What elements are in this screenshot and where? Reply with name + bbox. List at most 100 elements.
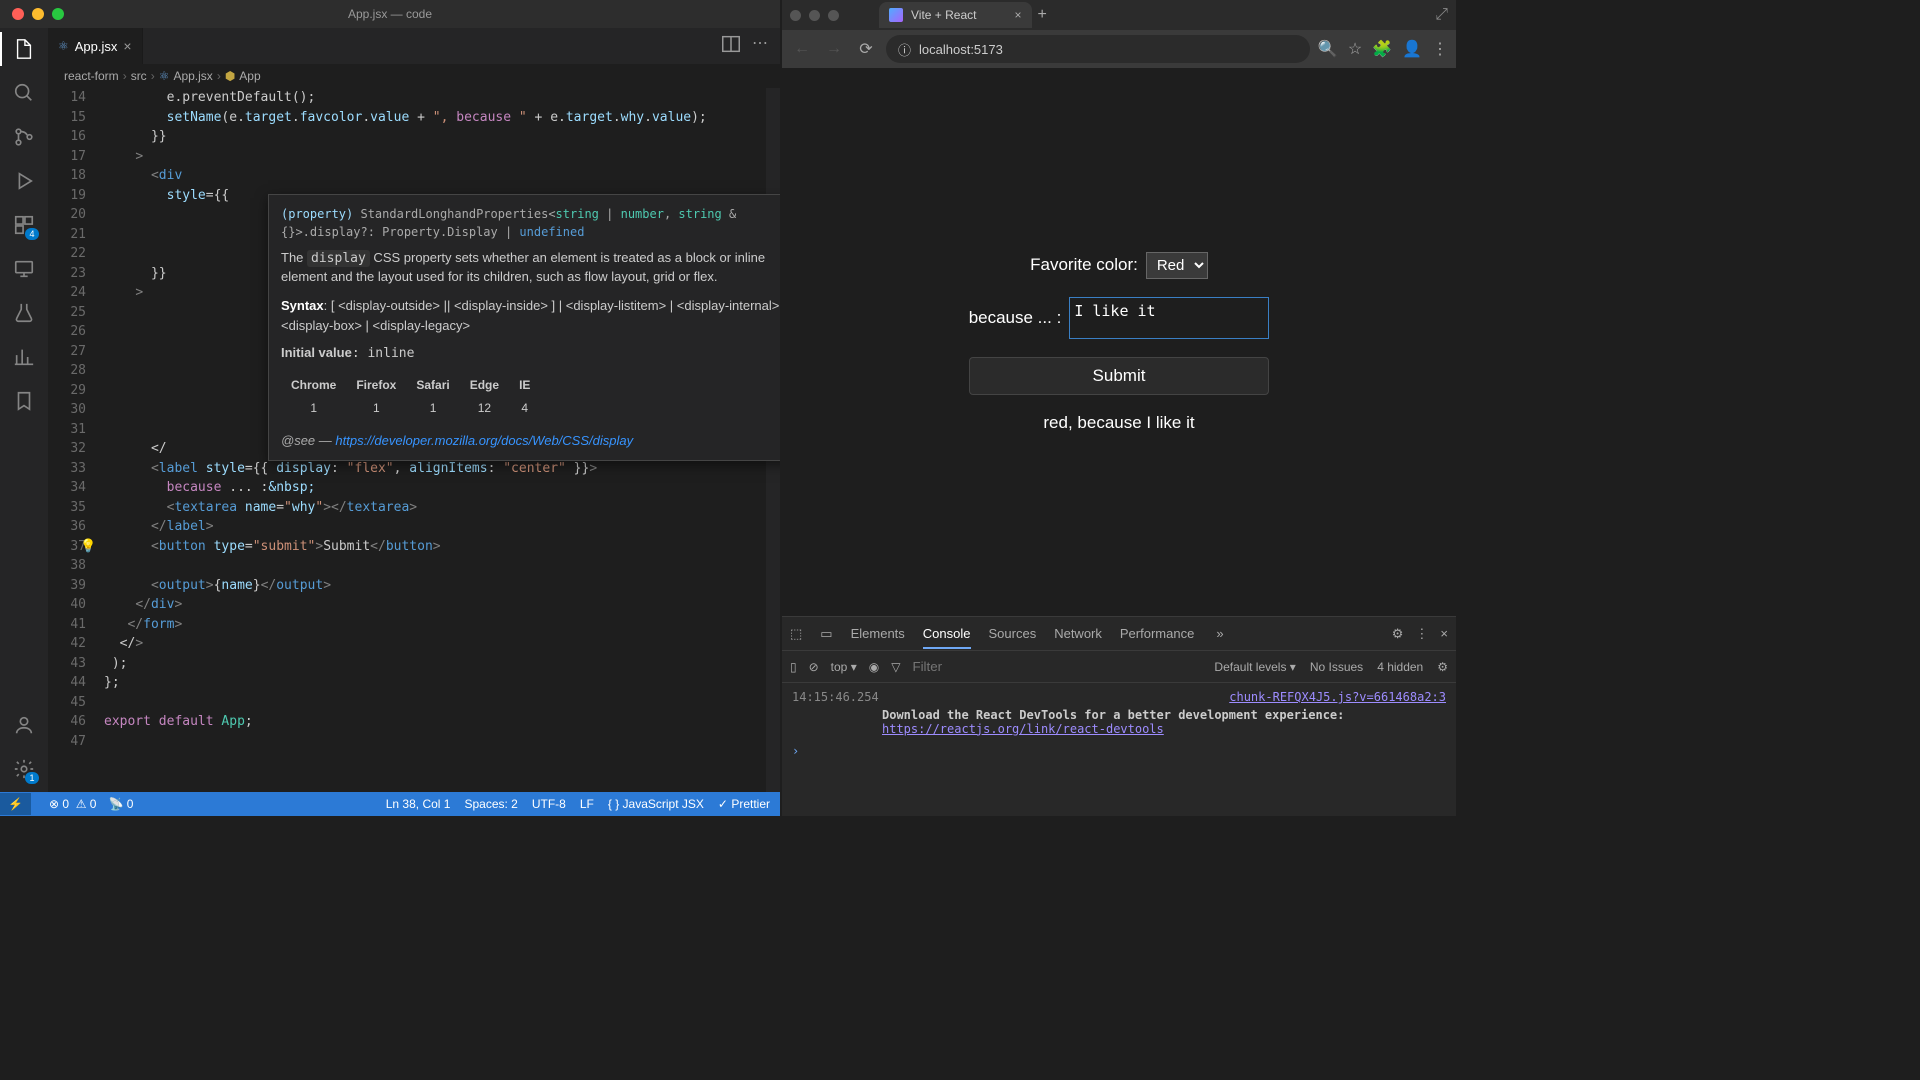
account-icon[interactable] bbox=[11, 712, 37, 738]
breadcrumb-item[interactable]: App bbox=[239, 69, 260, 83]
status-ports[interactable]: 📡 0 bbox=[108, 797, 133, 811]
more-tabs-icon[interactable]: » bbox=[1216, 626, 1223, 641]
url-bar[interactable]: ⓘ localhost:5173 bbox=[886, 35, 1310, 63]
back-button[interactable]: ← bbox=[790, 40, 814, 58]
tab-close-icon[interactable]: × bbox=[123, 38, 131, 54]
browser-minimize-icon[interactable] bbox=[809, 10, 820, 21]
status-formatter[interactable]: ✓ Prettier bbox=[718, 797, 770, 811]
tab-sources[interactable]: Sources bbox=[989, 626, 1037, 641]
search-icon[interactable] bbox=[11, 80, 37, 106]
console-sidebar-icon[interactable]: ▯ bbox=[790, 660, 797, 674]
log-timestamp: 14:15:46.254 bbox=[792, 689, 879, 706]
settings-icon[interactable]: 1 bbox=[11, 756, 37, 782]
profile-icon[interactable]: 👤 bbox=[1402, 39, 1422, 59]
explorer-icon[interactable] bbox=[11, 36, 37, 62]
hidden-count[interactable]: 4 hidden bbox=[1377, 660, 1423, 674]
browser-window: Vite + React × + ⤢ ← → ⟳ ⓘ localhost:517… bbox=[782, 0, 1456, 816]
tab-network[interactable]: Network bbox=[1054, 626, 1102, 641]
favorite-color-row: Favorite color: Red bbox=[1030, 252, 1208, 279]
symbol-icon: ⬢ bbox=[225, 69, 235, 83]
console-settings-icon[interactable]: ⚙ bbox=[1437, 660, 1448, 674]
status-spaces[interactable]: Spaces: 2 bbox=[464, 797, 517, 811]
testing-icon[interactable] bbox=[11, 300, 37, 326]
hover-description: The display CSS property sets whether an… bbox=[281, 249, 780, 286]
tab-console[interactable]: Console bbox=[923, 626, 971, 649]
filter-input[interactable] bbox=[912, 659, 1089, 674]
devtools-tabs: ⬚ ▭ Elements Console Sources Network Per… bbox=[782, 617, 1456, 651]
bookmark-icon[interactable] bbox=[11, 388, 37, 414]
status-problems[interactable]: ⊗ 0 ⚠ 0 bbox=[49, 797, 97, 811]
graph-icon[interactable] bbox=[11, 344, 37, 370]
more-actions-icon[interactable]: ⋯ bbox=[752, 33, 768, 60]
breadcrumb-item[interactable]: react-form bbox=[64, 69, 119, 83]
issues-count[interactable]: No Issues bbox=[1310, 660, 1363, 674]
site-info-icon[interactable]: ⓘ bbox=[898, 40, 911, 59]
tab-elements[interactable]: Elements bbox=[851, 626, 905, 641]
inspect-icon[interactable]: ⬚ bbox=[790, 626, 802, 642]
bookmark-star-icon[interactable]: ☆ bbox=[1348, 39, 1362, 59]
extensions-icon[interactable]: 4 bbox=[11, 212, 37, 238]
hover-compat-table: ChromeFirefoxSafariEdgeIE 111124 bbox=[281, 374, 540, 421]
hover-tooltip: (property) StandardLonghandProperties<st… bbox=[268, 194, 780, 461]
devtools: ⬚ ▭ Elements Console Sources Network Per… bbox=[782, 616, 1456, 816]
breadcrumb-item[interactable]: App.jsx bbox=[173, 69, 212, 83]
browser-toolbar: ← → ⟳ ⓘ localhost:5173 🔍 ☆ 🧩 👤 ⋮ bbox=[782, 30, 1456, 68]
context-selector[interactable]: top ▾ bbox=[831, 660, 857, 674]
hover-signature: (property) StandardLonghandProperties<st… bbox=[281, 205, 780, 241]
expand-icon[interactable]: ⤢ bbox=[1435, 6, 1448, 24]
console-output[interactable]: 14:15:46.254 chunk-REFQX4J5.js?v=661468a… bbox=[782, 683, 1456, 816]
form-output: red, because I like it bbox=[1043, 413, 1194, 433]
status-encoding[interactable]: UTF-8 bbox=[532, 797, 566, 811]
remote-indicator[interactable]: ⚡ bbox=[0, 793, 31, 815]
activity-bar: 4 1 bbox=[0, 28, 48, 792]
status-lang[interactable]: { } JavaScript JSX bbox=[608, 797, 704, 811]
browser-tab[interactable]: Vite + React × bbox=[879, 2, 1032, 28]
browser-close-icon[interactable] bbox=[790, 10, 801, 21]
reload-button[interactable]: ⟳ bbox=[854, 39, 878, 59]
forward-button[interactable]: → bbox=[822, 40, 846, 58]
devtools-dock-icon[interactable]: ⋮ bbox=[1415, 626, 1428, 642]
tab-close-icon[interactable]: × bbox=[1014, 8, 1021, 22]
tab-performance[interactable]: Performance bbox=[1120, 626, 1194, 641]
remote-explorer-icon[interactable] bbox=[11, 256, 37, 282]
browser-titlebar: Vite + React × + ⤢ bbox=[782, 0, 1456, 30]
why-textarea[interactable]: I like it bbox=[1069, 297, 1269, 339]
tab-app-jsx[interactable]: ⚛ App.jsx × bbox=[48, 28, 143, 64]
status-bar: ⚡ ⊗ 0 ⚠ 0 📡 0 Ln 38, Col 1 Spaces: 2 UTF… bbox=[0, 792, 780, 816]
device-toggle-icon[interactable]: ▭ bbox=[820, 626, 832, 642]
extensions-puzzle-icon[interactable]: 🧩 bbox=[1372, 39, 1392, 59]
react-file-icon: ⚛ bbox=[159, 69, 170, 83]
devtools-settings-icon[interactable]: ⚙ bbox=[1392, 626, 1404, 642]
zoom-icon[interactable]: 🔍 bbox=[1318, 39, 1338, 59]
vscode-window: App.jsx — code 4 1 ⚛ App.jsx × bbox=[0, 0, 780, 816]
run-debug-icon[interactable] bbox=[11, 168, 37, 194]
breadcrumb[interactable]: react-form› src› ⚛ App.jsx› ⬢ App bbox=[48, 64, 780, 88]
log-levels[interactable]: Default levels ▾ bbox=[1214, 660, 1295, 674]
hover-initial-value: Initial value: inline bbox=[281, 343, 780, 364]
window-minimize-icon[interactable] bbox=[32, 8, 44, 20]
live-expression-icon[interactable]: ◉ bbox=[869, 660, 879, 674]
code-editor[interactable]: 1415161718192021222324252627282930313233… bbox=[48, 88, 780, 792]
favorite-color-select[interactable]: Red bbox=[1146, 252, 1208, 279]
console-filterbar: ▯ ⊘ top ▾ ◉ ▽ Default levels ▾ No Issues… bbox=[782, 651, 1456, 683]
status-cursor[interactable]: Ln 38, Col 1 bbox=[386, 797, 451, 811]
status-eol[interactable]: LF bbox=[580, 797, 594, 811]
clear-console-icon[interactable]: ⊘ bbox=[809, 660, 819, 674]
window-zoom-icon[interactable] bbox=[52, 8, 64, 20]
source-control-icon[interactable] bbox=[11, 124, 37, 150]
react-file-icon: ⚛ bbox=[58, 39, 69, 53]
breadcrumb-item[interactable]: src bbox=[131, 69, 147, 83]
hover-see-link: @see — https://developer.mozilla.org/doc… bbox=[281, 431, 780, 451]
window-close-icon[interactable] bbox=[12, 8, 24, 20]
browser-zoom-icon[interactable] bbox=[828, 10, 839, 21]
settings-badge: 1 bbox=[25, 772, 39, 784]
submit-button[interactable]: Submit bbox=[969, 357, 1269, 395]
menu-icon[interactable]: ⋮ bbox=[1432, 39, 1448, 59]
new-tab-button[interactable]: + bbox=[1038, 6, 1047, 24]
line-gutter: 1415161718192021222324252627282930313233… bbox=[48, 88, 104, 792]
split-editor-icon[interactable] bbox=[720, 33, 742, 60]
console-prompt[interactable]: › bbox=[792, 744, 1446, 758]
because-label: because ... : bbox=[969, 308, 1062, 328]
devtools-close-icon[interactable]: × bbox=[1440, 626, 1448, 642]
log-source-link[interactable]: chunk-REFQX4J5.js?v=661468a2:3 bbox=[1229, 689, 1446, 706]
